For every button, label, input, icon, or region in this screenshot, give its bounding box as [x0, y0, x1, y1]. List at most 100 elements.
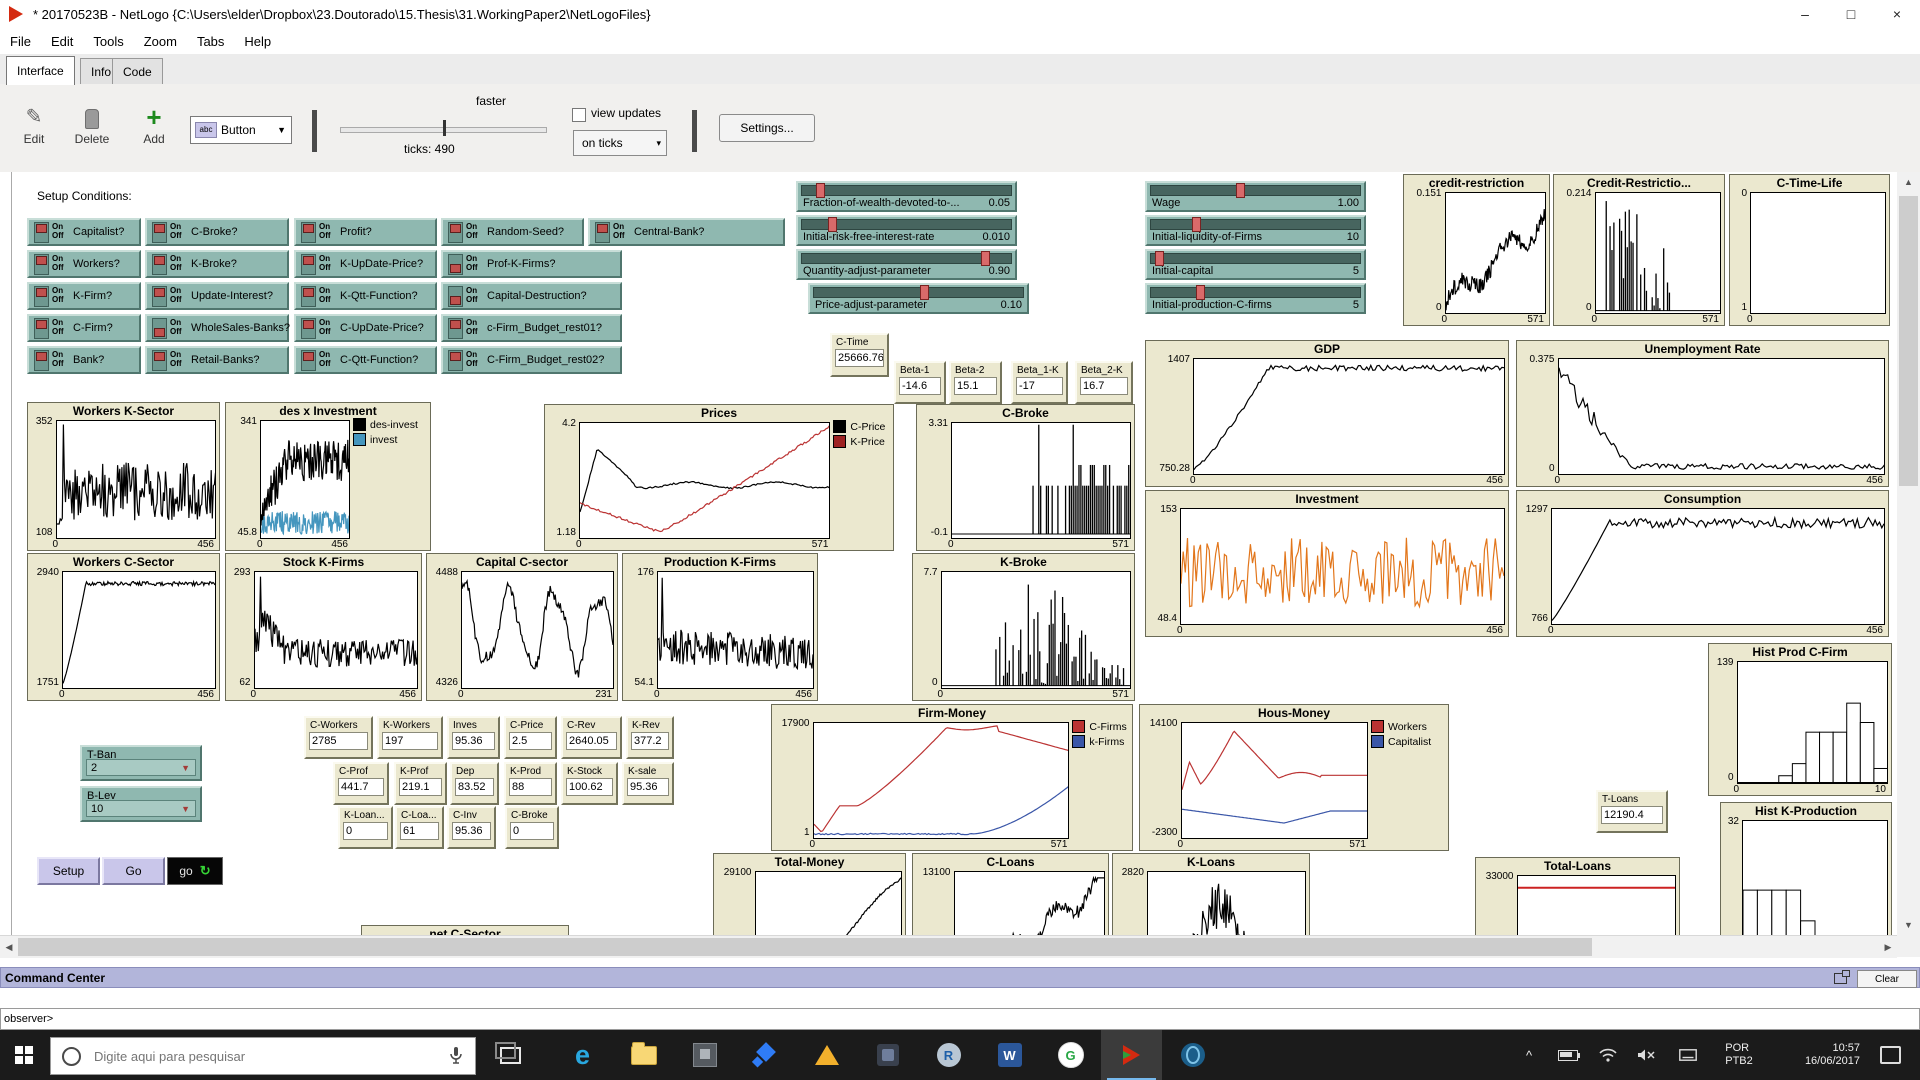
- switch-knob[interactable]: [303, 320, 314, 329]
- switch-update-interest[interactable]: On Off Update-Interest?: [145, 282, 289, 310]
- close-button[interactable]: ×: [1874, 0, 1920, 28]
- switch-wholesales-banks[interactable]: On Off WholeSales-Banks?: [145, 314, 290, 342]
- button-go[interactable]: Go: [102, 857, 165, 885]
- taskbar-app-gray-app[interactable]: [674, 1030, 735, 1080]
- taskbar-app-google-app[interactable]: G: [1040, 1030, 1101, 1080]
- switch-knob[interactable]: [154, 256, 165, 265]
- chooser-value-box[interactable]: 10 ▼: [86, 800, 196, 817]
- switch-knob[interactable]: [303, 288, 314, 297]
- switch-k-broke[interactable]: On Off K-Broke?: [145, 250, 289, 278]
- switch-c-update-price[interactable]: On Off C-UpDate-Price?: [294, 314, 437, 342]
- switch-knob[interactable]: [303, 224, 314, 233]
- slider-handle[interactable]: [1191, 217, 1201, 232]
- volume-muted-icon[interactable]: [1631, 1030, 1661, 1080]
- taskbar-app-dropbox[interactable]: [735, 1030, 796, 1080]
- switch-c-firm[interactable]: On Off C-Firm?: [27, 314, 141, 342]
- taskbar-app-rstudio[interactable]: R: [918, 1030, 979, 1080]
- menu-zoom[interactable]: Zoom: [134, 34, 187, 49]
- tab-interface[interactable]: Interface: [6, 56, 75, 85]
- taskbar-app-word[interactable]: W: [979, 1030, 1040, 1080]
- horizontal-scrollbar[interactable]: ◀ ▶: [0, 935, 1897, 958]
- task-view-button[interactable]: [488, 1030, 532, 1080]
- taskbar-search[interactable]: [50, 1037, 476, 1075]
- menu-tabs[interactable]: Tabs: [187, 34, 234, 49]
- switch-profit[interactable]: On Off Profit?: [294, 218, 437, 246]
- vertical-scrollbar-thumb[interactable]: [1899, 196, 1918, 486]
- slider-handle[interactable]: [1236, 183, 1246, 198]
- edit-widget-button[interactable]: ✎ Edit: [8, 104, 60, 146]
- start-button[interactable]: [0, 1030, 48, 1080]
- chooser-t-ban[interactable]: T-Ban 2 ▼: [80, 745, 202, 781]
- switch-c-firmbudgetrest02[interactable]: On Off C-Firm_Budget_rest02?: [441, 346, 622, 374]
- switch-knob[interactable]: [154, 224, 165, 233]
- switch-central-bank[interactable]: On Off Central-Bank?: [588, 218, 785, 246]
- button-setup[interactable]: Setup: [37, 857, 100, 885]
- scroll-down-icon[interactable]: ▼: [1897, 915, 1920, 935]
- slider-handle[interactable]: [919, 285, 929, 300]
- switch-k-qtt-function[interactable]: On Off K-Qtt-Function?: [294, 282, 437, 310]
- taskbar-app-microsoft-edge[interactable]: e: [552, 1030, 613, 1080]
- slider-handle[interactable]: [828, 217, 838, 232]
- switch-knob[interactable]: [450, 296, 461, 305]
- taskbar-app-yellow-app[interactable]: [796, 1030, 857, 1080]
- slider-handle[interactable]: [980, 251, 990, 266]
- switch-k-update-price[interactable]: On Off K-UpDate-Price?: [294, 250, 437, 278]
- horizontal-scrollbar-thumb[interactable]: [18, 938, 1592, 956]
- network-icon[interactable]: [1593, 1030, 1623, 1080]
- switch-retail-banks[interactable]: On Off Retail-Banks?: [145, 346, 289, 374]
- switch-knob[interactable]: [154, 288, 165, 297]
- vertical-scrollbar[interactable]: ▲ ▼: [1897, 172, 1920, 957]
- switch-workers[interactable]: On Off Workers?: [27, 250, 141, 278]
- taskbar-app-dark-app[interactable]: [857, 1030, 918, 1080]
- slider-liquidity[interactable]: Initial-liquidity-of-Firms 10: [1145, 215, 1366, 246]
- switch-knob[interactable]: [36, 224, 47, 233]
- slider-handle[interactable]: [1195, 285, 1205, 300]
- switch-knob[interactable]: [36, 288, 47, 297]
- taskbar-app-file-explorer[interactable]: [613, 1030, 674, 1080]
- switch-prof-k-firms[interactable]: On Off Prof-K-Firms?: [441, 250, 622, 278]
- view-updates-checkbox[interactable]: [572, 108, 586, 122]
- slider-fraction[interactable]: Fraction-of-wealth-devoted-to-... 0.05: [796, 181, 1017, 212]
- chooser-b-lev[interactable]: B-Lev 10 ▼: [80, 786, 202, 822]
- notification-icon[interactable]: [1872, 1030, 1908, 1080]
- switch-knob[interactable]: [36, 256, 47, 265]
- taskbar-app-globe-browser[interactable]: [1162, 1030, 1223, 1080]
- switch-capitalist[interactable]: On Off Capitalist?: [27, 218, 141, 246]
- tray-chevron-icon[interactable]: ^: [1516, 1030, 1542, 1080]
- expand-icon[interactable]: [1834, 970, 1850, 984]
- tab-code[interactable]: Code: [112, 58, 163, 84]
- switch-c-qtt-function[interactable]: On Off C-Qtt-Function?: [294, 346, 437, 374]
- speed-slider-handle[interactable]: [443, 120, 446, 136]
- scroll-left-icon[interactable]: ◀: [0, 936, 18, 958]
- switch-knob[interactable]: [450, 352, 461, 361]
- command-input[interactable]: [57, 1010, 1919, 1028]
- clear-button[interactable]: Clear: [1857, 970, 1917, 988]
- menu-edit[interactable]: Edit: [41, 34, 83, 49]
- slider-padj[interactable]: Price-adjust-parameter 0.10: [808, 283, 1029, 314]
- slider-capital[interactable]: Initial-capital 5: [1145, 249, 1366, 280]
- slider-wage[interactable]: Wage 1.00: [1145, 181, 1366, 212]
- search-input[interactable]: [92, 1047, 449, 1065]
- widget-type-dropdown[interactable]: abc Button ▼: [190, 116, 292, 144]
- slider-handle[interactable]: [1155, 251, 1165, 266]
- switch-knob[interactable]: [154, 328, 165, 337]
- maximize-button[interactable]: □: [1828, 0, 1874, 28]
- update-mode-dropdown[interactable]: on ticks ▾: [573, 130, 667, 156]
- switch-knob[interactable]: [450, 224, 461, 233]
- settings-button[interactable]: Settings...: [719, 114, 815, 142]
- slider-prodc[interactable]: Initial-production-C-firms 5: [1145, 283, 1366, 314]
- battery-icon[interactable]: [1553, 1030, 1583, 1080]
- switch-knob[interactable]: [597, 224, 608, 233]
- switch-knob[interactable]: [36, 352, 47, 361]
- taskbar-app-netlogo[interactable]: [1101, 1030, 1162, 1080]
- switch-knob[interactable]: [36, 320, 47, 329]
- menu-help[interactable]: Help: [234, 34, 281, 49]
- delete-widget-button[interactable]: Delete: [66, 104, 118, 146]
- switch-bank[interactable]: On Off Bank?: [27, 346, 141, 374]
- language-indicator[interactable]: POR PTB2: [1714, 1030, 1764, 1080]
- slider-interest[interactable]: Initial-risk-free-interest-rate 0.010: [796, 215, 1017, 246]
- switch-knob[interactable]: [303, 256, 314, 265]
- switch-k-firm[interactable]: On Off K-Firm?: [27, 282, 141, 310]
- menu-file[interactable]: File: [0, 34, 41, 49]
- switch-capital-destruction[interactable]: On Off Capital-Destruction?: [441, 282, 622, 310]
